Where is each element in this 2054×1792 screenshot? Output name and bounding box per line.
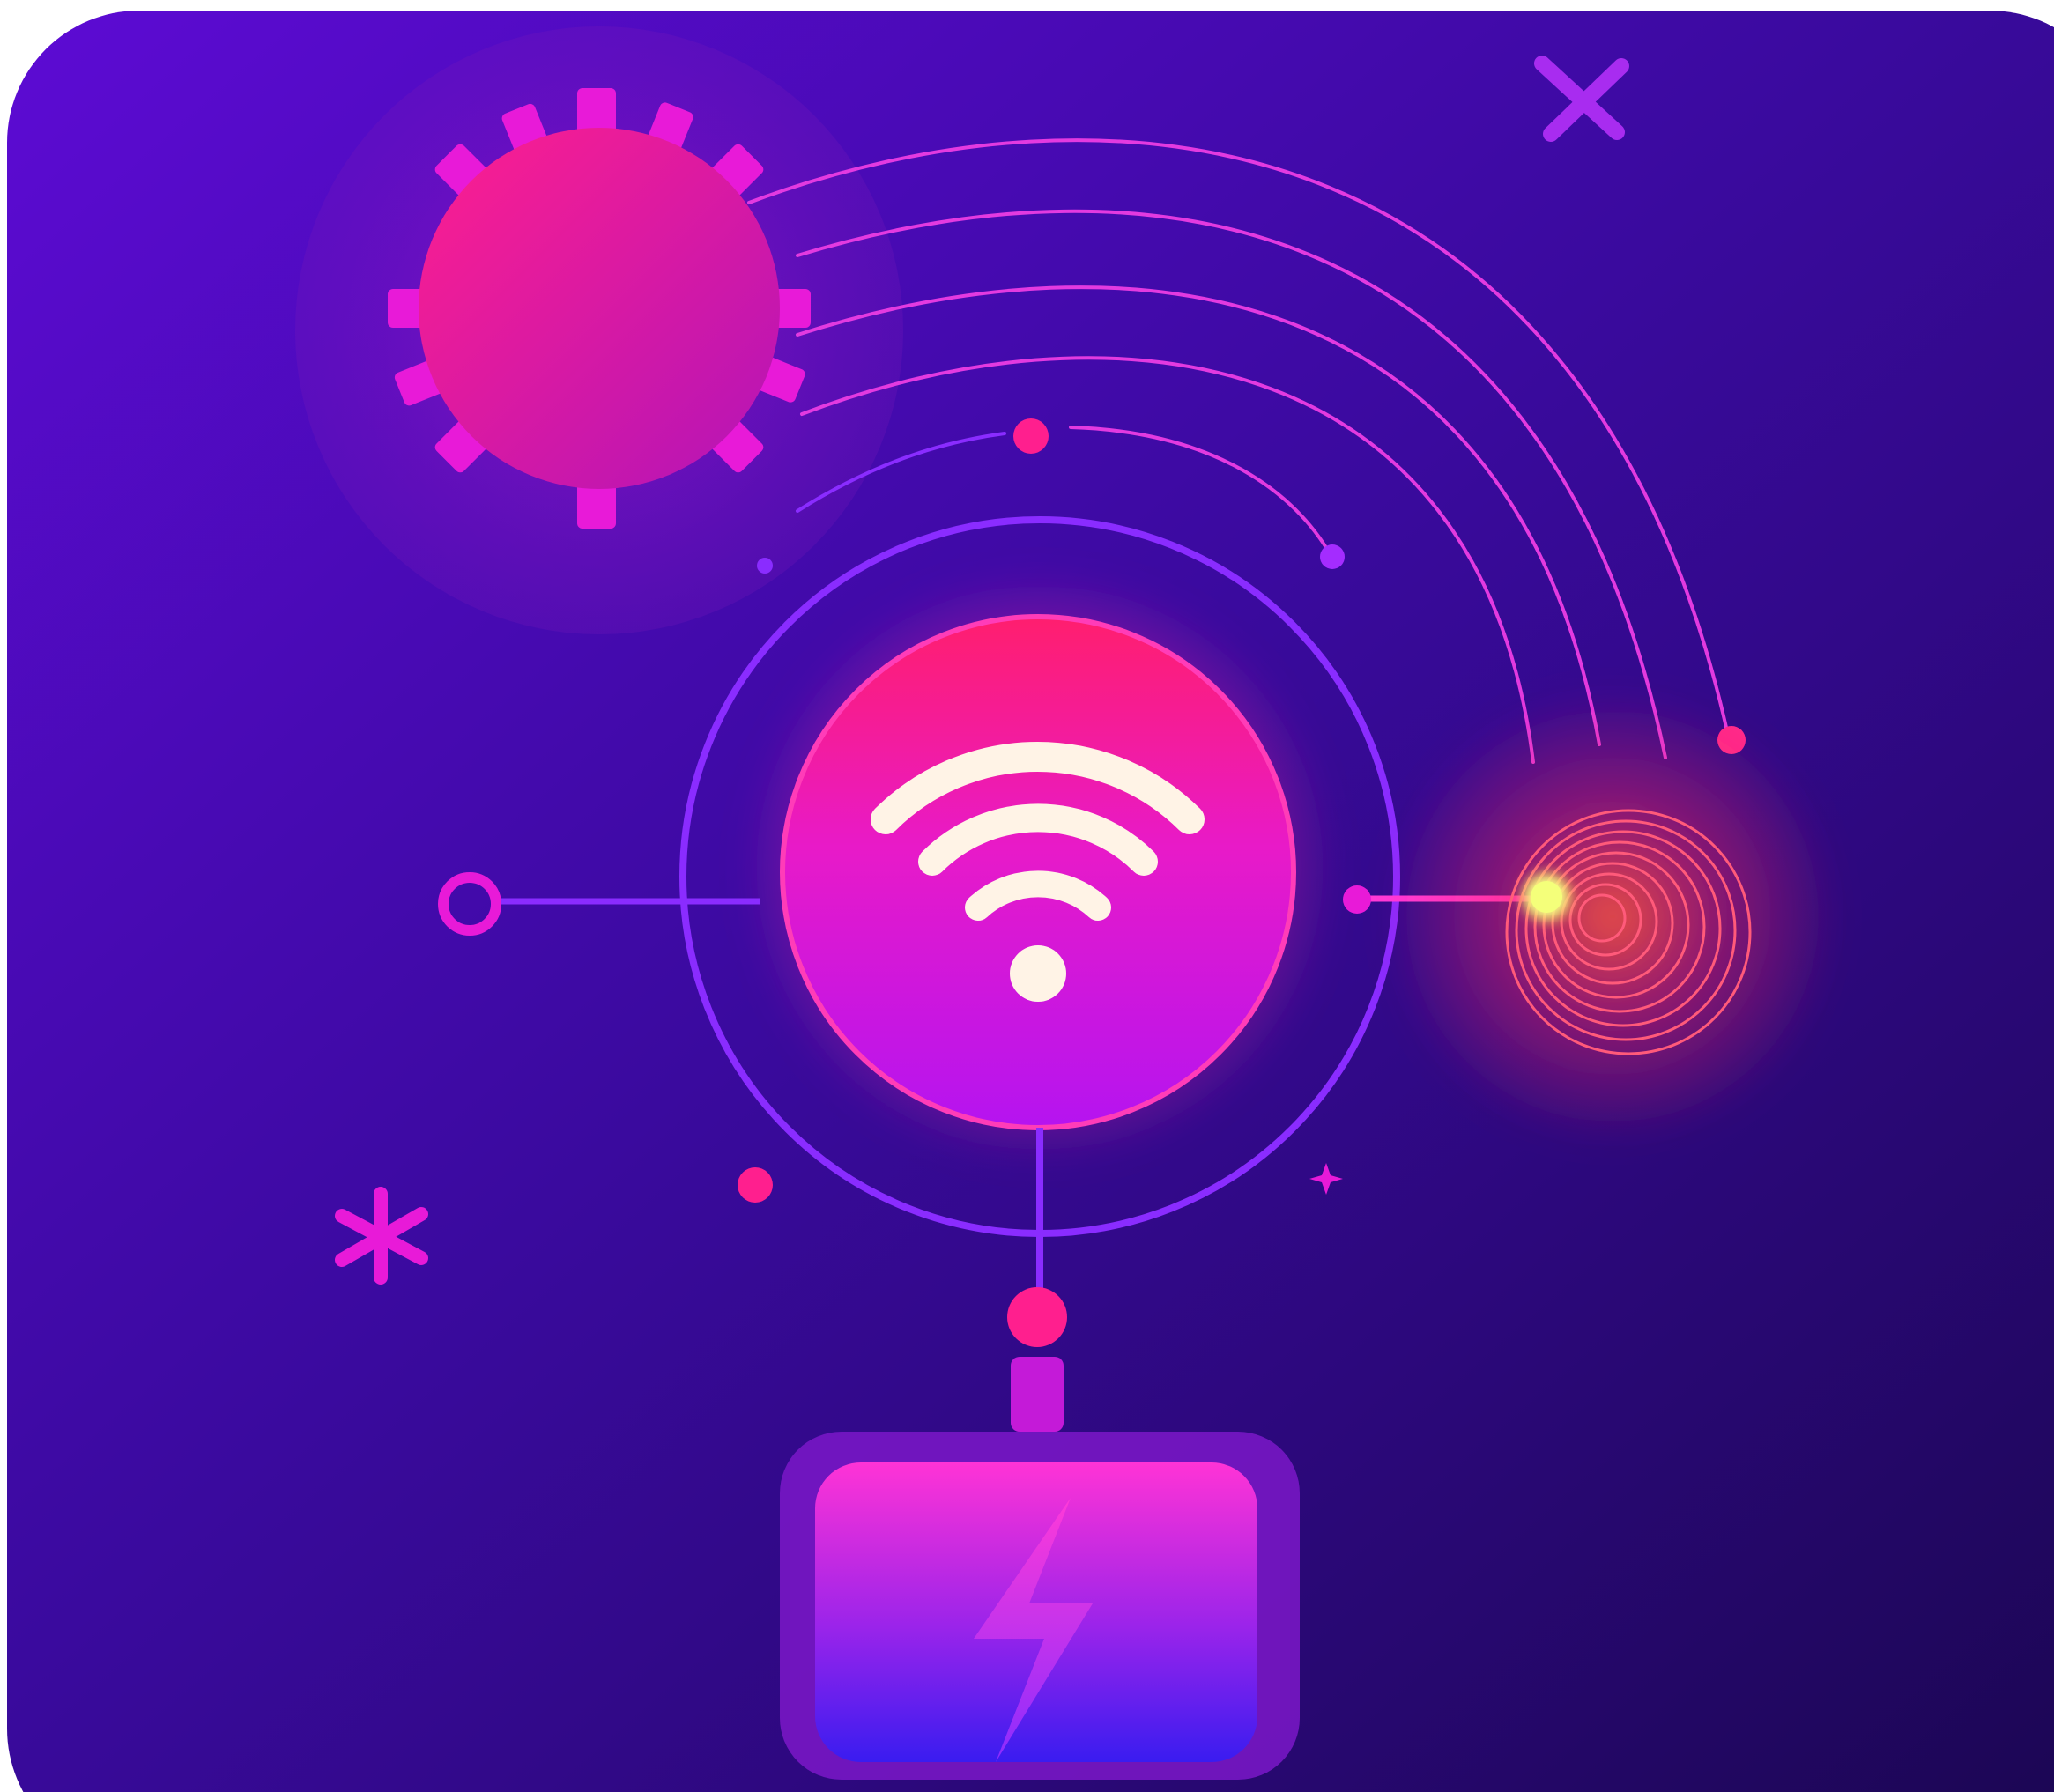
- illustration-canvas: [0, 0, 2054, 1792]
- signal-dot: [1013, 418, 1049, 454]
- wireless-power-illustration: [7, 11, 2054, 1792]
- gear-icon: [388, 88, 811, 529]
- signal-dot: [1320, 544, 1345, 569]
- signal-target-icon: [1383, 687, 1842, 1145]
- decor-dot: [738, 1167, 773, 1203]
- battery-lightning-icon: [780, 1432, 1300, 1780]
- signal-dot: [757, 558, 773, 574]
